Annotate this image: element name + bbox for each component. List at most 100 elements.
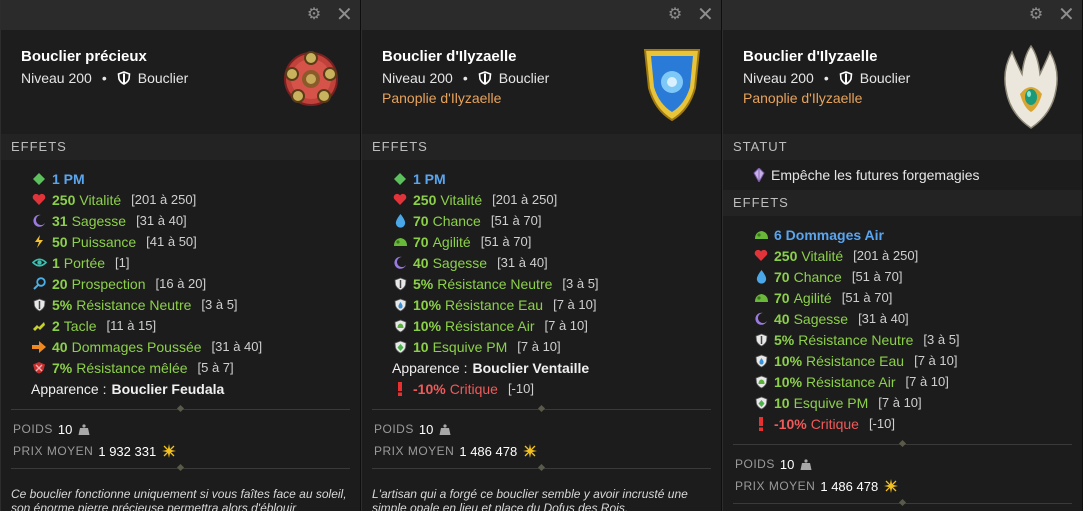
effect-row: 1 Portée [1] xyxy=(31,252,360,273)
appearance-value: Bouclier Ventaille xyxy=(472,359,590,376)
divider xyxy=(372,409,711,410)
kamas-icon xyxy=(523,444,538,458)
crystal-icon xyxy=(753,168,765,182)
resistance-neutre-icon xyxy=(753,332,769,348)
close-icon[interactable]: ✕ xyxy=(336,5,353,25)
resistance-neutre-icon xyxy=(31,297,47,313)
effect-row: 40 Sagesse [31 à 40] xyxy=(392,252,721,273)
prospection-icon xyxy=(31,276,47,292)
statut-text: Empêche les futures forgemagies xyxy=(771,167,980,183)
close-icon[interactable]: ✕ xyxy=(1058,5,1075,25)
effect-row: 10% Résistance Eau [7 à 10] xyxy=(753,350,1082,371)
panel-titlebar: ⚙ ✕ xyxy=(723,0,1082,30)
effect-row: 1 PM xyxy=(392,168,721,189)
gear-icon[interactable]: ⚙ xyxy=(306,7,322,23)
divider xyxy=(372,468,711,469)
resistance-air-icon xyxy=(392,318,408,334)
effect-row: 70 Agilité [51 à 70] xyxy=(753,287,1082,308)
heart-icon xyxy=(392,192,408,208)
weight-icon xyxy=(800,458,812,470)
item-level: Niveau 200 xyxy=(382,70,453,86)
effect-row: 5% Résistance Neutre [3 à 5] xyxy=(392,273,721,294)
gear-icon[interactable]: ⚙ xyxy=(1028,7,1044,23)
agilite-icon xyxy=(753,290,769,306)
effect-row: -10% Critique [-10] xyxy=(753,413,1082,434)
effect-row: -10% Critique [-10] xyxy=(392,378,721,399)
resistance-melee-icon xyxy=(31,360,47,376)
close-icon[interactable]: ✕ xyxy=(697,5,714,25)
effect-row: 6 Dommages Air xyxy=(753,224,1082,245)
heart-icon xyxy=(753,248,769,264)
weight-icon xyxy=(78,423,90,435)
effects-list: 6 Dommages Air 250 Vitalité [201 à 250] … xyxy=(723,216,1082,438)
effect-row: 40 Sagesse [31 à 40] xyxy=(753,308,1082,329)
item-description: Ce bouclier fonctionne uniquement si vou… xyxy=(11,487,347,511)
panel-titlebar: ⚙ ✕ xyxy=(362,0,721,30)
tacle-icon xyxy=(31,318,47,334)
heart-icon xyxy=(31,192,47,208)
kamas-icon xyxy=(884,479,899,493)
item-header: Bouclier d'Ilyzaelle Niveau 200 • Boucli… xyxy=(723,30,1082,134)
weight-row: POIDS 10 xyxy=(1,418,360,440)
divider xyxy=(11,468,350,469)
esquive-pm-icon xyxy=(392,339,408,355)
item-type: Bouclier xyxy=(137,70,189,86)
statut-section-title: STATUT xyxy=(723,134,1082,160)
panel-titlebar: ⚙ ✕ xyxy=(1,0,360,30)
dommages-poussee-icon xyxy=(31,339,47,355)
weight-icon xyxy=(439,423,451,435)
effect-row: 250 Vitalité [201 à 250] xyxy=(392,189,721,210)
effect-row: 70 Chance [51 à 70] xyxy=(753,266,1082,287)
effect-row: 10% Résistance Eau [7 à 10] xyxy=(392,294,721,315)
item-tooltip-panel: ⚙ ✕ Bouclier d'Ilyzaelle Niveau 200 • Bo… xyxy=(722,0,1083,511)
item-tooltip-panel: ⚙ ✕ Bouclier d'Ilyzaelle Niveau 200 • Bo… xyxy=(361,0,722,511)
divider xyxy=(11,409,350,410)
item-level: Niveau 200 xyxy=(743,70,814,86)
critique-icon xyxy=(753,416,769,432)
gear-icon[interactable]: ⚙ xyxy=(667,7,683,23)
item-header: Bouclier précieux Niveau 200 • Bouclier xyxy=(1,30,360,134)
item-type: Bouclier xyxy=(498,70,550,86)
item-header: Bouclier d'Ilyzaelle Niveau 200 • Boucli… xyxy=(362,30,721,134)
sagesse-icon xyxy=(392,255,408,271)
resistance-air-icon xyxy=(753,374,769,390)
effect-row: 1 PM xyxy=(31,168,360,189)
item-type: Bouclier xyxy=(859,70,911,86)
pm-icon xyxy=(392,171,408,187)
effect-row: 70 Agilité [51 à 70] xyxy=(392,231,721,252)
effect-row: 20 Prospection [16 à 20] xyxy=(31,273,360,294)
effect-row: 70 Chance [51 à 70] xyxy=(392,210,721,231)
kamas-icon xyxy=(162,444,177,458)
item-image xyxy=(641,44,703,127)
chance-icon xyxy=(392,213,408,229)
effects-list: 1 PM 250 Vitalité [201 à 250] 31 Sagesse… xyxy=(1,160,360,403)
divider xyxy=(733,444,1072,445)
effect-row: 2 Tacle [11 à 15] xyxy=(31,315,360,336)
effect-row: 10% Résistance Air [7 à 10] xyxy=(392,315,721,336)
effect-row: 10% Résistance Air [7 à 10] xyxy=(753,371,1082,392)
item-tooltip-panel: ⚙ ✕ Bouclier précieux Niveau 200 • Boucl… xyxy=(0,0,361,511)
price-row: PRIX MOYEN 1 932 331 xyxy=(1,440,360,462)
item-description: L'artisan qui a forgé ce bouclier semble… xyxy=(372,487,688,511)
resistance-neutre-icon xyxy=(392,276,408,292)
item-image xyxy=(998,44,1064,135)
effect-row: 5% Résistance Neutre [3 à 5] xyxy=(31,294,360,315)
shield-type-icon xyxy=(478,71,492,85)
resistance-eau-icon xyxy=(392,297,408,313)
statut-row: Empêche les futures forgemagies xyxy=(723,160,1082,190)
portee-icon xyxy=(31,255,47,271)
appearance-row: Apparence : Bouclier Ventaille xyxy=(392,359,590,376)
effect-row: 7% Résistance mêlée [5 à 7] xyxy=(31,357,360,378)
agilite-icon xyxy=(392,234,408,250)
critique-icon xyxy=(392,381,408,397)
item-level: Niveau 200 xyxy=(21,70,92,86)
shield-type-icon xyxy=(839,71,853,85)
effect-row: 10 Esquive PM [7 à 10] xyxy=(753,392,1082,413)
weight-row: POIDS 10 xyxy=(362,418,721,440)
effect-row: 10 Esquive PM [7 à 10] xyxy=(392,336,721,357)
weight-row: POIDS 10 xyxy=(723,453,1082,475)
sagesse-icon xyxy=(31,213,47,229)
effect-row: 50 Puissance [41 à 50] xyxy=(31,231,360,252)
effect-row: 40 Dommages Poussée [31 à 40] xyxy=(31,336,360,357)
shield-type-icon xyxy=(117,71,131,85)
